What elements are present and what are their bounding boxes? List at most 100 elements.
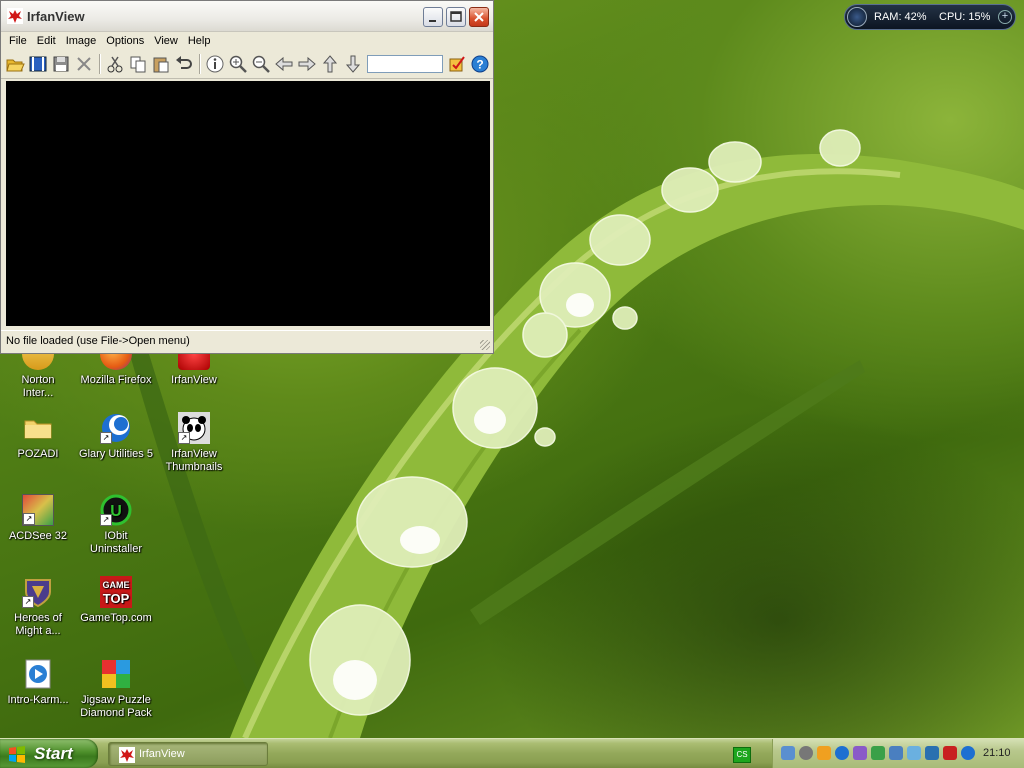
menu-file[interactable]: File	[4, 35, 32, 47]
menu-help[interactable]: Help	[183, 35, 216, 47]
notes-icon[interactable]	[817, 746, 831, 760]
desktop-icon-label: IrfanView Thumbnails	[165, 448, 223, 473]
irfanview-window[interactable]: IrfanView File Edit Image Options View H…	[0, 0, 494, 354]
shortcut-arrow-icon: ↗	[100, 514, 112, 526]
desktop-icon-gametop[interactable]: GAME TOP GameTop.com	[78, 576, 154, 625]
taskbar: Start IrfanView CS 21:10	[0, 738, 1024, 768]
image-canvas[interactable]	[6, 81, 490, 326]
desktop-icon-label: Heroes of Might a...	[14, 612, 62, 637]
open-folder-icon[interactable]	[5, 54, 25, 74]
menu-options[interactable]: Options	[101, 35, 149, 47]
close-button[interactable]	[469, 7, 489, 27]
desktop-icon-label: Intro-Karm...	[7, 694, 69, 706]
menu-view[interactable]: View	[149, 35, 183, 47]
menu-bar: File Edit Image Options View Help	[1, 32, 493, 50]
irfanview-app-icon	[119, 747, 135, 763]
minimize-icon	[429, 20, 436, 22]
ram-usage: RAM: 42%	[874, 11, 927, 23]
acdsee-icon: ↗	[22, 494, 54, 526]
security-shield-icon[interactable]	[943, 746, 957, 760]
maximize-icon	[450, 11, 462, 22]
desktop-icon-label: Mozilla Firefox	[80, 374, 152, 386]
maximize-button[interactable]	[446, 7, 466, 27]
desktop-icon-glary[interactable]: ↗ Glary Utilities 5	[78, 412, 154, 461]
update-icon[interactable]	[961, 746, 975, 760]
network-tool-icon[interactable]	[871, 746, 885, 760]
zoom-in-icon[interactable]	[228, 54, 248, 74]
broom-icon[interactable]	[847, 7, 867, 27]
glary-utilities-icon: ↗	[100, 412, 132, 444]
info-icon[interactable]	[205, 54, 225, 74]
slideshow-icon[interactable]	[28, 54, 48, 74]
shortcut-arrow-icon: ↗	[178, 432, 190, 444]
media-file-icon	[22, 658, 54, 690]
desktop-icon-irfanview-thumbnails[interactable]: ↗ IrfanView Thumbnails	[156, 412, 232, 474]
svg-text:GAME: GAME	[103, 580, 130, 590]
desktop-icon-label: IrfanView	[171, 374, 217, 386]
save-icon[interactable]	[51, 54, 71, 74]
toolbar-input[interactable]	[367, 55, 443, 73]
toolbar-separator	[99, 54, 101, 74]
help-icon[interactable]: ?	[470, 54, 490, 74]
clock[interactable]: 21:10	[983, 747, 1011, 759]
undo-icon[interactable]	[174, 54, 194, 74]
display-icon[interactable]	[925, 746, 939, 760]
desktop-icon-label: Glary Utilities 5	[79, 448, 153, 460]
gametop-icon: GAME TOP	[100, 576, 132, 608]
taskbar-item-label: IrfanView	[139, 748, 185, 760]
desktop-icon-label: GameTop.com	[80, 612, 152, 624]
window-title: IrfanView	[27, 9, 85, 24]
taskbar-item-irfanview[interactable]: IrfanView	[108, 742, 268, 766]
desktop-icon-heroes[interactable]: ↗ Heroes of Might a...	[0, 576, 76, 638]
svg-text:?: ?	[476, 58, 483, 72]
connection-icon[interactable]	[907, 746, 921, 760]
desktop-icon-acdsee[interactable]: ↗ ACDSee 32	[0, 494, 76, 543]
paste-icon[interactable]	[151, 54, 171, 74]
copy-icon[interactable]	[128, 54, 148, 74]
cpu-usage: CPU: 15%	[939, 11, 991, 23]
zoom-out-icon[interactable]	[251, 54, 271, 74]
start-label: Start	[34, 744, 73, 763]
system-tray: 21:10	[772, 739, 1024, 768]
script-icon[interactable]	[853, 746, 867, 760]
shortcut-arrow-icon: ↗	[100, 432, 112, 444]
desktop-icon-label: POZADI	[17, 448, 59, 460]
irfanview-app-icon	[7, 8, 23, 24]
iobit-uninstaller-icon: U ↗	[100, 494, 132, 526]
desktop-icon-label: Norton Inter...	[21, 374, 55, 399]
desktop-icon-label: Jigsaw Puzzle Diamond Pack	[80, 694, 152, 719]
status-bar: No file loaded (use File->Open menu)	[1, 330, 493, 353]
last-file-icon[interactable]	[343, 54, 363, 74]
heroes-shield-icon: ↗	[22, 576, 54, 608]
toolbar-separator	[199, 54, 201, 74]
desktop-icon-pozadi[interactable]: POZADI	[0, 412, 76, 461]
network-icon[interactable]	[889, 746, 903, 760]
jigsaw-puzzle-icon	[100, 658, 132, 690]
menu-edit[interactable]: Edit	[32, 35, 61, 47]
desktop-icon-label: ACDSee 32	[8, 530, 68, 542]
folder-icon	[22, 412, 54, 444]
audio-icon[interactable]	[799, 746, 813, 760]
status-text: No file loaded (use File->Open menu)	[6, 335, 190, 347]
plus-icon[interactable]: +	[998, 10, 1012, 24]
glary-tray-icon[interactable]	[835, 746, 849, 760]
title-bar[interactable]: IrfanView	[1, 1, 493, 32]
minimize-button[interactable]	[423, 7, 443, 27]
start-button[interactable]: Start	[0, 739, 98, 768]
shortcut-arrow-icon: ↗	[22, 596, 34, 608]
first-file-icon[interactable]	[320, 54, 340, 74]
previous-icon[interactable]	[274, 54, 294, 74]
next-icon[interactable]	[297, 54, 317, 74]
resize-grip[interactable]	[480, 340, 490, 350]
language-indicator[interactable]: CS	[733, 747, 751, 763]
delete-icon[interactable]	[74, 54, 94, 74]
menu-image[interactable]: Image	[61, 35, 102, 47]
windows-logo-icon	[9, 746, 25, 763]
desktop-icon-jigsaw[interactable]: Jigsaw Puzzle Diamond Pack	[78, 658, 154, 720]
desktop-icon-intro[interactable]: Intro-Karm...	[0, 658, 76, 707]
speaker-icon[interactable]	[781, 746, 795, 760]
desktop-icon-iobit[interactable]: U ↗ IObit Uninstaller	[78, 494, 154, 556]
system-monitor-gadget[interactable]: RAM: 42% CPU: 15% +	[844, 4, 1016, 30]
cut-icon[interactable]	[105, 54, 125, 74]
options-icon[interactable]	[447, 54, 467, 74]
